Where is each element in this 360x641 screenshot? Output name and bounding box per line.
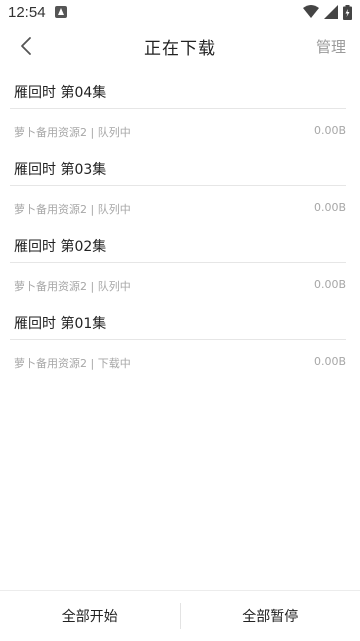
footer-toolbar: 全部开始 全部暂停 bbox=[0, 590, 360, 640]
battery-icon bbox=[343, 5, 352, 20]
download-item[interactable]: 雁回时 第04集 萝卜备用资源2 | 队列中 0.00B bbox=[0, 72, 360, 149]
download-item[interactable]: 雁回时 第02集 萝卜备用资源2 | 队列中 0.00B bbox=[0, 226, 360, 303]
download-item-title: 雁回时 第02集 bbox=[14, 236, 106, 256]
download-item-size: 0.00B bbox=[314, 201, 346, 214]
start-all-button[interactable]: 全部开始 bbox=[0, 591, 180, 641]
download-item-status: 萝卜备用资源2 | 队列中 bbox=[14, 201, 131, 217]
status-time: 12:54 bbox=[8, 4, 46, 21]
download-list: 雁回时 第04集 萝卜备用资源2 | 队列中 0.00B 雁回时 第03集 萝卜… bbox=[0, 72, 360, 380]
pause-all-button[interactable]: 全部暂停 bbox=[181, 591, 360, 641]
signal-icon bbox=[324, 5, 338, 19]
app-header: 正在下载 管理 bbox=[0, 24, 360, 68]
download-item-status: 萝卜备用资源2 | 队列中 bbox=[14, 278, 131, 294]
divider bbox=[10, 185, 346, 186]
chevron-left-icon bbox=[20, 36, 32, 56]
manage-button[interactable]: 管理 bbox=[316, 24, 346, 68]
download-item[interactable]: 雁回时 第03集 萝卜备用资源2 | 队列中 0.00B bbox=[0, 149, 360, 226]
divider bbox=[10, 108, 346, 109]
download-item-title: 雁回时 第03集 bbox=[14, 159, 106, 179]
download-item-title: 雁回时 第04集 bbox=[14, 82, 106, 102]
divider bbox=[10, 339, 346, 340]
page-title: 正在下载 bbox=[144, 34, 216, 59]
status-icons bbox=[303, 5, 352, 20]
status-bar: 12:54 bbox=[0, 0, 360, 24]
divider bbox=[10, 262, 346, 263]
download-item-size: 0.00B bbox=[314, 355, 346, 368]
download-item-status: 萝卜备用资源2 | 下载中 bbox=[14, 355, 131, 371]
notification-icon bbox=[55, 6, 67, 18]
download-item-status: 萝卜备用资源2 | 队列中 bbox=[14, 124, 131, 140]
download-item-title: 雁回时 第01集 bbox=[14, 313, 106, 333]
download-item-size: 0.00B bbox=[314, 278, 346, 291]
wifi-icon bbox=[303, 5, 319, 19]
back-button[interactable] bbox=[8, 28, 44, 64]
download-item[interactable]: 雁回时 第01集 萝卜备用资源2 | 下载中 0.00B bbox=[0, 303, 360, 380]
download-item-size: 0.00B bbox=[314, 124, 346, 137]
